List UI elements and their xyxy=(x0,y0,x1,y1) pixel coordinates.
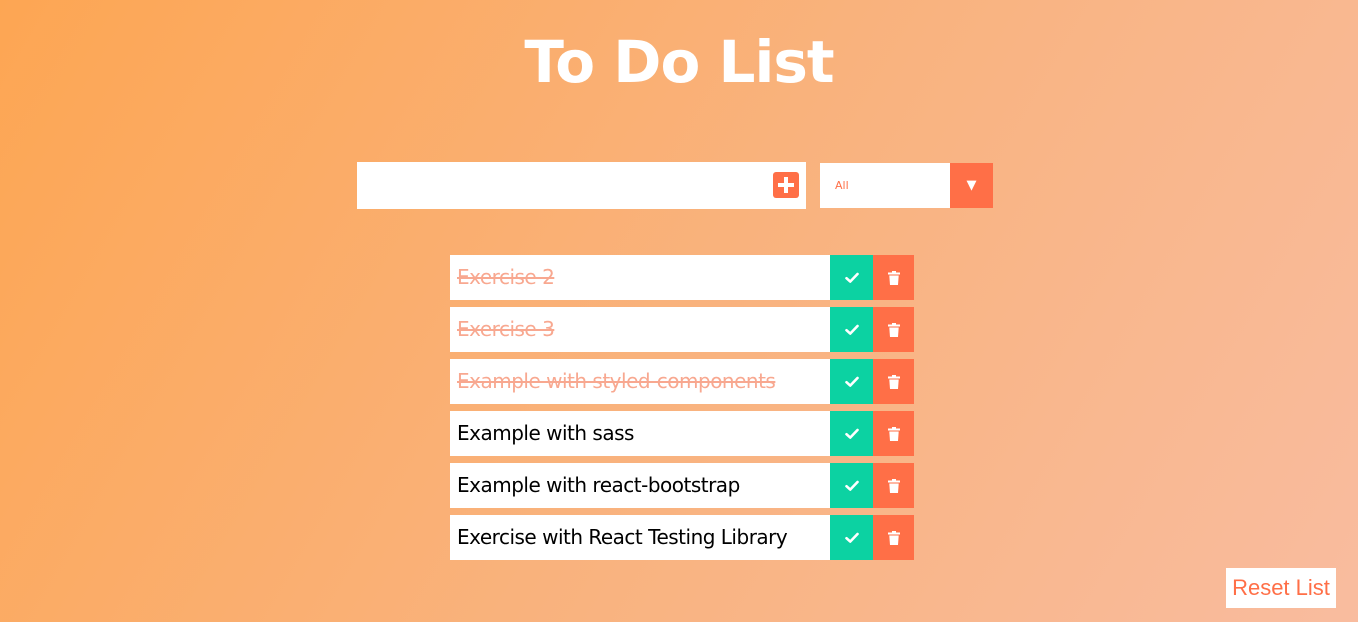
check-icon xyxy=(844,376,859,387)
add-todo-form xyxy=(357,162,806,209)
todo-item-text: Example with react-bootstrap xyxy=(457,473,740,497)
check-icon xyxy=(844,324,859,335)
reset-list-button[interactable]: Reset List xyxy=(1226,568,1336,608)
filter-selected-value: All xyxy=(835,179,849,192)
todo-item: Example with sass xyxy=(450,411,914,456)
trash-icon xyxy=(887,530,900,545)
complete-button[interactable] xyxy=(830,359,873,404)
todo-item-text: Exercise 2 xyxy=(457,265,555,289)
todo-item-text: Example with styled-components xyxy=(457,369,776,393)
check-icon xyxy=(844,428,859,439)
delete-button[interactable] xyxy=(873,307,914,352)
delete-button[interactable] xyxy=(873,463,914,508)
complete-button[interactable] xyxy=(830,307,873,352)
delete-button[interactable] xyxy=(873,255,914,300)
todo-item-text: Example with sass xyxy=(457,421,634,445)
add-todo-button[interactable] xyxy=(773,172,799,198)
filter-select[interactable]: All ▼ xyxy=(820,163,993,208)
trash-icon xyxy=(887,478,900,493)
filter-dropdown-button[interactable]: ▼ xyxy=(950,163,993,208)
delete-button[interactable] xyxy=(873,515,914,560)
todo-item: Example with react-bootstrap xyxy=(450,463,914,508)
triangle-down-icon: ▼ xyxy=(966,178,977,193)
trash-icon xyxy=(887,322,900,337)
delete-button[interactable] xyxy=(873,359,914,404)
check-icon xyxy=(844,480,859,491)
todo-input[interactable] xyxy=(357,162,767,209)
plus-square-icon xyxy=(778,177,794,193)
todo-item: Exercise 3 xyxy=(450,307,914,352)
todo-item-text: Exercise 3 xyxy=(457,317,555,341)
complete-button[interactable] xyxy=(830,411,873,456)
todo-list: Exercise 2 Exercise 3 Example with style… xyxy=(450,255,914,567)
complete-button[interactable] xyxy=(830,463,873,508)
todo-item: Exercise 2 xyxy=(450,255,914,300)
trash-icon xyxy=(887,270,900,285)
trash-icon xyxy=(887,426,900,441)
todo-item-text: Exercise with React Testing Library xyxy=(457,525,788,549)
check-icon xyxy=(844,272,859,283)
complete-button[interactable] xyxy=(830,515,873,560)
delete-button[interactable] xyxy=(873,411,914,456)
check-icon xyxy=(844,532,859,543)
trash-icon xyxy=(887,374,900,389)
complete-button[interactable] xyxy=(830,255,873,300)
todo-item: Exercise with React Testing Library xyxy=(450,515,914,560)
todo-item: Example with styled-components xyxy=(450,359,914,404)
page-title: To Do List xyxy=(524,28,834,96)
